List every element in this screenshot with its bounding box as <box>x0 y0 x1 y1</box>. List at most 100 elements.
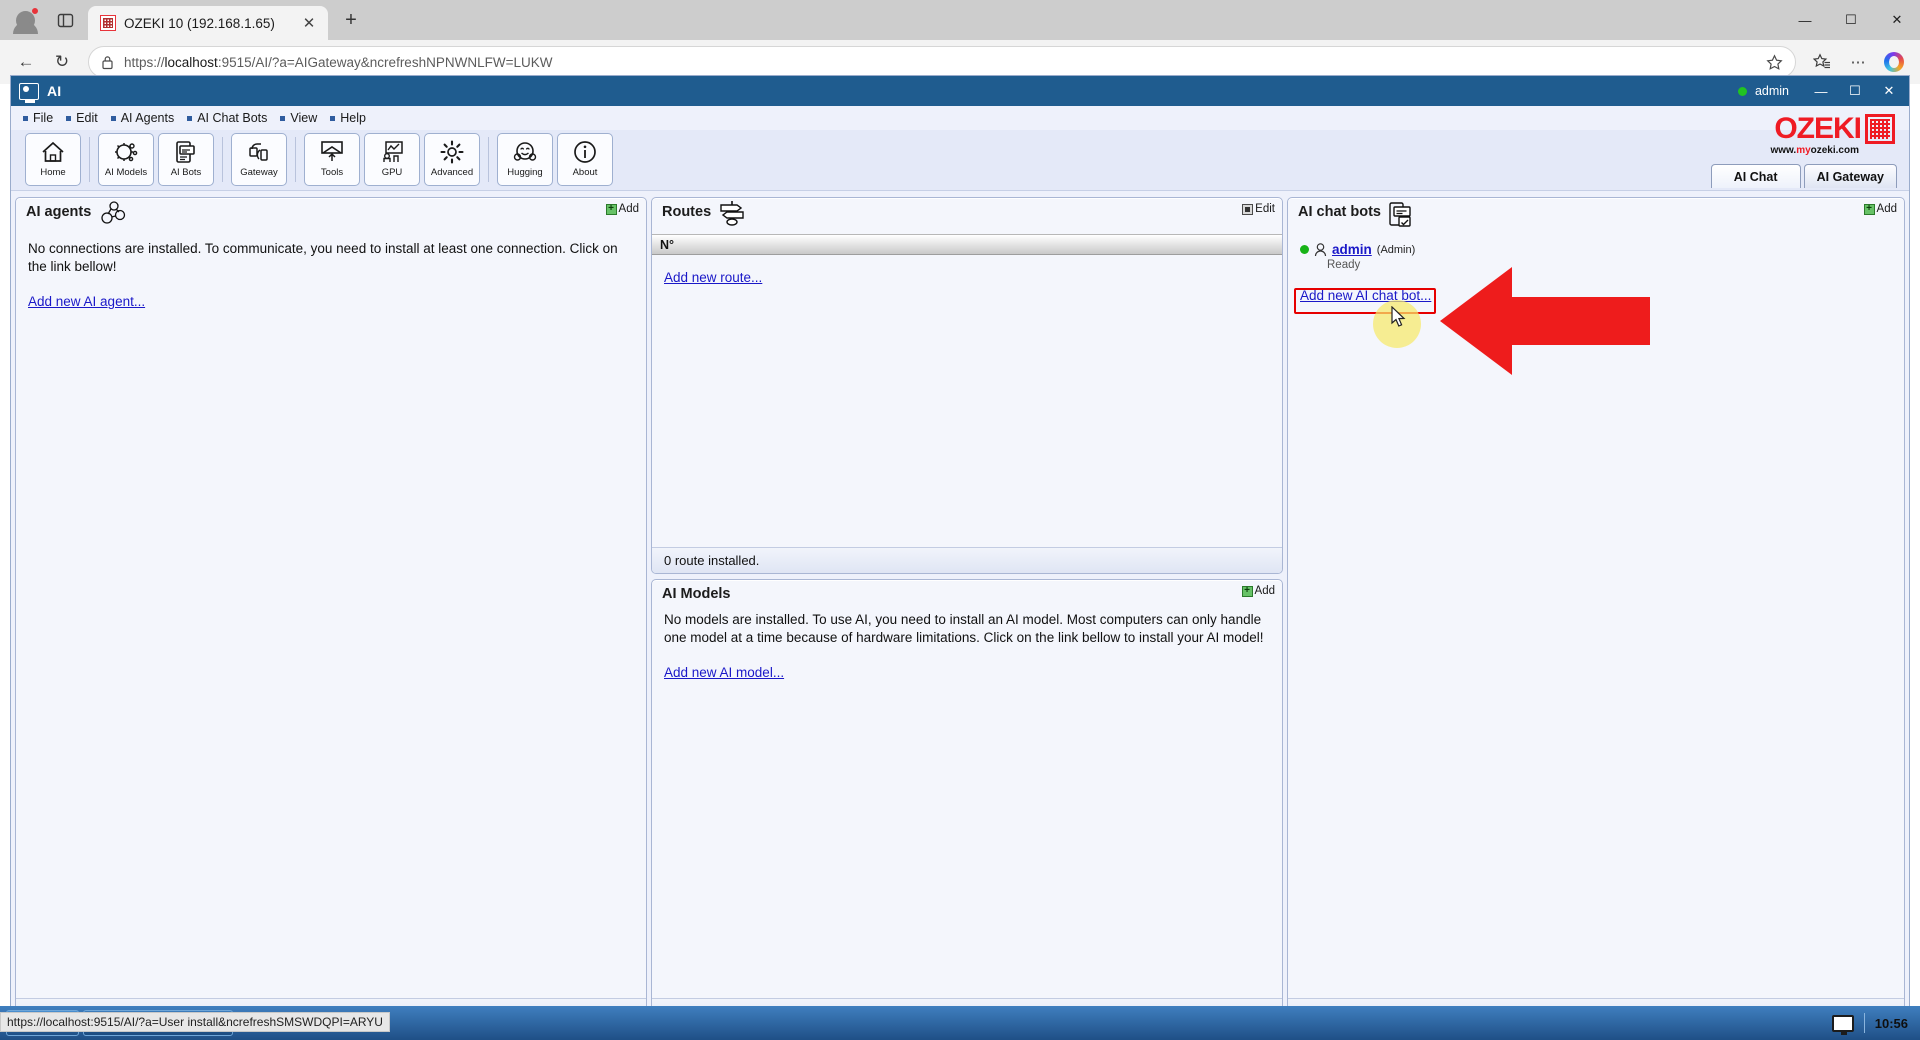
panel-ai-chat-bots-title: AI chat bots <box>1298 204 1381 220</box>
brand-domain: ozeki.com <box>1810 145 1859 156</box>
menu-ai-agents[interactable]: AI Agents <box>109 111 184 125</box>
panel-ai-models-body: No models are installed. To use AI, you … <box>652 605 1282 998</box>
ribbon-button-gpu[interactable]: GPU <box>364 133 420 186</box>
tab-ai-gateway[interactable]: AI Gateway <box>1803 164 1897 188</box>
panel-ai-models-add[interactable]: + Add <box>1241 585 1275 597</box>
ribbon-separator <box>295 137 296 182</box>
brand-www: www. <box>1770 145 1797 156</box>
ribbon-hugging-label: Hugging <box>507 167 543 178</box>
chatbot-icon <box>1387 201 1417 234</box>
app-maximize-button[interactable]: ☐ <box>1839 77 1871 105</box>
address-bar-url: https://localhost:9515/AI/?a=AIGateway&n… <box>124 55 552 70</box>
browser-status-tooltip: https://localhost:9515/AI/?a=User instal… <box>0 1012 390 1032</box>
menu-bullet-icon <box>330 115 336 121</box>
ribbon-button-about[interactable]: About <box>557 133 613 186</box>
user-online-indicator <box>1737 86 1747 96</box>
ribbon-button-hugging[interactable]: Hugging <box>497 133 553 186</box>
favorites-collections-icon[interactable] <box>1806 46 1838 78</box>
new-tab-button[interactable]: + <box>336 5 366 35</box>
ribbon-gpu-label: GPU <box>381 167 403 178</box>
agents-network-glyph <box>101 201 126 224</box>
panel-ai-chat-bots-add-label: Add <box>1876 203 1897 215</box>
favorite-star-icon[interactable] <box>1766 53 1783 71</box>
app-close-button[interactable]: ✕ <box>1873 77 1905 105</box>
menu-ai-chat-bots-label: AI Chat Bots <box>197 111 268 125</box>
menu-ai-chat-bots[interactable]: AI Chat Bots <box>185 111 276 125</box>
panel-ai-models-title: AI Models <box>662 586 731 602</box>
brand-row: OZEKI <box>1695 114 1895 144</box>
collections-star-icon <box>1813 53 1830 69</box>
role-text: Admin <box>1380 243 1412 256</box>
brand-my: my <box>1796 145 1811 156</box>
panel-ai-chat-bots-body: admin (Admin) Ready Add new AI chat bot.… <box>1288 236 1904 998</box>
browser-maximize-button[interactable]: ☐ <box>1828 0 1874 40</box>
panel-ai-models-header: AI Models + Add <box>652 580 1282 605</box>
menu-file[interactable]: File <box>21 111 62 125</box>
browser-tab[interactable]: OZEKI 10 (192.168.1.65) ✕ <box>88 6 328 40</box>
logged-in-user[interactable]: admin <box>1755 84 1789 98</box>
advanced-gear-icon <box>440 140 464 164</box>
tab-search-icon[interactable] <box>48 3 82 37</box>
chatbot-glyph <box>1389 202 1411 227</box>
ribbon-button-ai-bots[interactable]: AI Bots <box>158 133 214 186</box>
link-add-new-ai-model[interactable]: Add new AI model... <box>664 665 784 680</box>
ribbon-button-ai-models[interactable]: AI Models <box>98 133 154 186</box>
tab-ai-gateway-label: AI Gateway <box>1816 169 1884 184</box>
agents-network-icon <box>97 201 127 232</box>
panel-ai-models-text: No models are installed. To use AI, you … <box>664 611 1264 646</box>
plus-icon: + <box>605 203 617 215</box>
ribbon-group-home: Home <box>19 133 87 186</box>
display-icon[interactable] <box>1831 1014 1854 1035</box>
panel-routes-edit[interactable]: Edit <box>1242 203 1275 215</box>
menu-view-label: View <box>290 111 318 125</box>
panel-routes-footer: 0 route installed. <box>652 547 1282 573</box>
mouse-cursor-icon <box>1391 306 1406 327</box>
chat-bot-list-item[interactable]: admin (Admin) <box>1300 242 1892 257</box>
menu-view[interactable]: View <box>278 111 326 125</box>
panel-ai-agents-add[interactable]: + Add <box>605 203 639 215</box>
panel-ai-chat-bots-add[interactable]: + Add <box>1863 203 1897 215</box>
tab-ai-chat[interactable]: AI Chat <box>1710 164 1801 188</box>
panel-ai-chat-bots: AI chat bots + Add admin (Admin) Ready A… <box>1287 197 1905 1025</box>
copilot-icon[interactable] <box>1878 46 1910 78</box>
ribbon-button-gateway[interactable]: Gateway <box>231 133 287 186</box>
menu-bullet-icon <box>280 115 286 121</box>
panel-ai-models-add-label: Add <box>1254 585 1275 597</box>
hugging-face-icon <box>513 142 537 161</box>
ozeki-app-window: AI admin — ☐ ✕ File Edit AI Agents AI Ch… <box>10 75 1910 1030</box>
address-bar[interactable]: https://localhost:9515/AI/?a=AIGateway&n… <box>88 46 1796 78</box>
ribbon-about-label: About <box>572 167 598 178</box>
menu-edit[interactable]: Edit <box>64 111 107 125</box>
profile-button[interactable] <box>8 3 42 37</box>
signpost-icon <box>717 201 751 232</box>
ribbon-button-tools[interactable]: Tools <box>304 133 360 186</box>
link-add-new-ai-chat-bot[interactable]: Add new AI chat bot... <box>1300 288 1431 303</box>
back-button[interactable]: ← <box>10 46 42 78</box>
menu-bullet-icon <box>23 115 28 121</box>
browser-close-button[interactable]: ✕ <box>1874 0 1920 40</box>
taskbar-clock[interactable]: 10:56 <box>1875 1016 1908 1031</box>
app-logo-dot <box>23 85 29 92</box>
chat-bot-name-link[interactable]: admin <box>1332 242 1372 257</box>
app-minimize-button[interactable]: — <box>1805 77 1837 105</box>
signpost-glyph <box>720 201 744 226</box>
link-add-new-route[interactable]: Add new route... <box>664 270 762 285</box>
pointer-arrow-annotation <box>1440 267 1650 375</box>
lock-icon <box>102 55 113 69</box>
reload-button[interactable]: ↻ <box>46 46 78 78</box>
profile-notification-dot <box>31 7 39 15</box>
ribbon-button-home[interactable]: Home <box>25 133 81 186</box>
ribbon-ai-models-label: AI Models <box>104 167 148 178</box>
url-prefix: https:// <box>124 54 165 70</box>
ribbon-button-advanced[interactable]: Advanced <box>424 133 480 186</box>
ozeki-brand: OZEKI www.myozeki.com <box>1695 114 1895 156</box>
menu-help[interactable]: Help <box>328 111 375 125</box>
panel-ai-models: AI Models + Add No models are installed.… <box>651 579 1283 1025</box>
browser-minimize-button[interactable]: — <box>1782 0 1828 40</box>
app-menubar: File Edit AI Agents AI Chat Bots View He… <box>11 106 1909 130</box>
browser-more-menu-icon[interactable]: ⋯ <box>1842 46 1874 78</box>
ribbon-group-models: AI Models AI Bots <box>92 133 220 186</box>
close-tab-icon[interactable]: ✕ <box>298 12 320 34</box>
home-icon <box>42 141 64 162</box>
link-add-new-ai-agent[interactable]: Add new AI agent... <box>28 294 145 309</box>
